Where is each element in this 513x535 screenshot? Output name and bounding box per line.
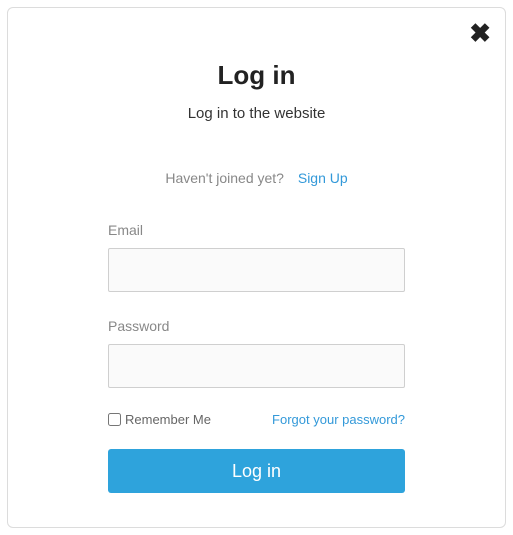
password-field[interactable] [108, 344, 405, 388]
modal-content: Log in Log in to the website Haven't joi… [8, 8, 505, 533]
login-button[interactable]: Log in [108, 449, 405, 493]
page-title: Log in [108, 60, 405, 91]
close-icon[interactable]: ✖ [469, 20, 491, 46]
forgot-password-link[interactable]: Forgot your password? [272, 412, 405, 427]
email-label: Email [108, 222, 405, 238]
login-modal: ✖ Log in Log in to the website Haven't j… [7, 7, 506, 528]
options-row: Remember Me Forgot your password? [108, 412, 405, 427]
email-field[interactable] [108, 248, 405, 292]
prompt-text: Haven't joined yet? [165, 170, 284, 186]
remember-me[interactable]: Remember Me [108, 412, 211, 427]
signup-prompt: Haven't joined yet? Sign Up [108, 170, 405, 186]
password-label: Password [108, 318, 405, 334]
login-form: Email Password Remember Me Forgot your p… [108, 222, 405, 493]
signup-link[interactable]: Sign Up [298, 170, 348, 186]
remember-label: Remember Me [125, 412, 211, 427]
page-subtitle: Log in to the website [108, 105, 405, 122]
remember-checkbox[interactable] [108, 413, 121, 426]
